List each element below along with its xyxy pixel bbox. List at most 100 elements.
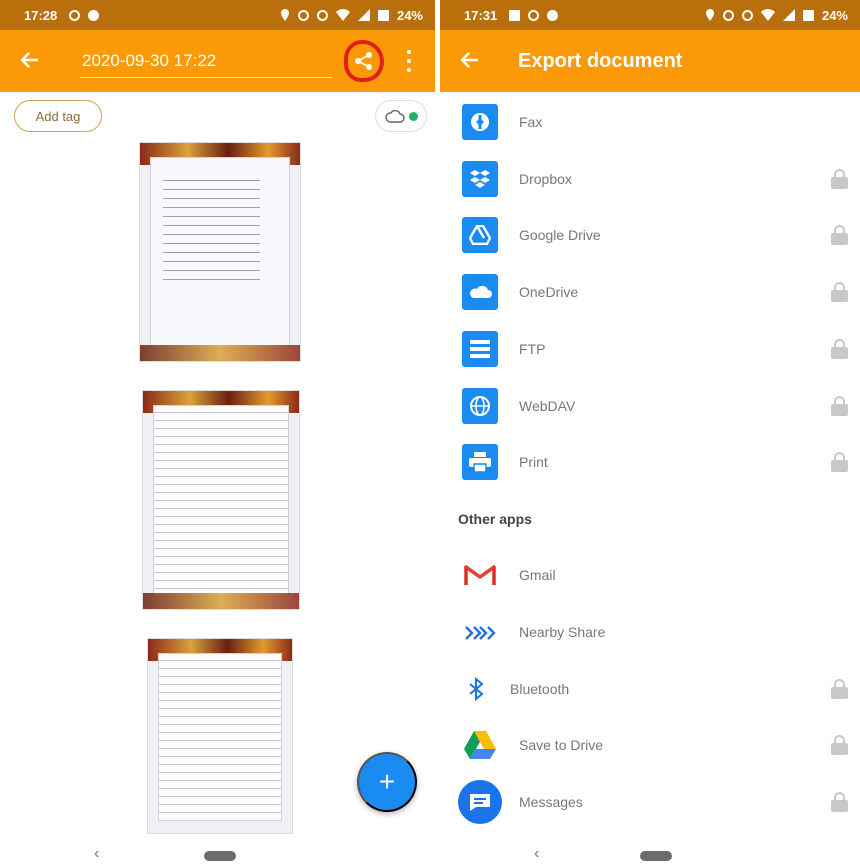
export-item-print[interactable]: Print xyxy=(440,434,860,490)
back-button[interactable] xyxy=(0,47,60,75)
export-item-dropbox[interactable]: Dropbox xyxy=(440,151,860,207)
notification-icon xyxy=(509,9,521,21)
app-item-label: Save to Drive xyxy=(519,737,604,753)
signal-icon xyxy=(782,9,795,21)
wifi-icon xyxy=(760,9,775,21)
export-item-label: Google Drive xyxy=(519,227,601,243)
battery-icon xyxy=(802,9,814,21)
other-apps-header: Other apps xyxy=(458,511,532,527)
status-time: 17:31 xyxy=(464,7,498,23)
plus-icon: + xyxy=(378,766,396,797)
drive-icon xyxy=(460,725,500,765)
location-icon xyxy=(705,9,714,21)
export-screen: 17:31 24% Export document Fax Dropbox Go… xyxy=(440,0,860,867)
eye-icon xyxy=(297,9,309,21)
app-item-label: Bluetooth xyxy=(510,681,570,697)
export-item-onedrive[interactable]: OneDrive xyxy=(440,264,860,320)
status-time: 17:28 xyxy=(24,7,58,23)
page-thumbnail[interactable] xyxy=(147,638,293,834)
lock-icon xyxy=(831,679,848,699)
navigation-bar: ‹ xyxy=(440,839,860,867)
back-button[interactable] xyxy=(440,47,500,75)
battery-percent: 24% xyxy=(396,7,423,23)
lock-icon xyxy=(831,735,848,755)
ftp-icon xyxy=(462,331,498,367)
add-tag-button[interactable]: Add tag xyxy=(14,100,102,132)
fax-icon xyxy=(462,104,498,140)
status-bar: 17:28 24% xyxy=(0,0,435,30)
more-options-button[interactable] xyxy=(402,50,416,72)
lock-icon xyxy=(831,792,848,812)
page-thumbnail[interactable] xyxy=(139,142,301,362)
arrow-left-icon xyxy=(20,52,38,68)
notification-icon xyxy=(88,9,100,21)
lock-icon xyxy=(831,339,848,359)
document-screen: 17:28 24% 2020-09-30 17:22 Add tag + ‹ xyxy=(0,0,435,867)
export-item-label: Dropbox xyxy=(519,171,572,187)
export-toolbar: Export document xyxy=(440,30,860,92)
nav-home-button[interactable] xyxy=(204,851,236,861)
nav-back-button[interactable]: ‹ xyxy=(94,845,99,863)
messages-icon xyxy=(458,780,502,824)
lock-icon xyxy=(831,396,848,416)
share-icon xyxy=(355,52,372,70)
app-item-label: Nearby Share xyxy=(519,624,606,640)
gmail-icon xyxy=(460,555,500,595)
sync-status-dot xyxy=(408,111,418,121)
app-item-save-to-drive[interactable]: Save to Drive xyxy=(440,717,860,773)
page-title: Export document xyxy=(518,49,683,72)
export-item-google-drive[interactable]: Google Drive xyxy=(440,207,860,263)
export-item-label: OneDrive xyxy=(519,284,579,300)
print-icon xyxy=(462,444,498,480)
app-item-label: Messages xyxy=(519,794,583,810)
location-icon xyxy=(280,9,289,21)
document-title[interactable]: 2020-09-30 17:22 xyxy=(80,45,332,78)
nav-back-button[interactable]: ‹ xyxy=(534,845,539,863)
battery-percent: 24% xyxy=(821,7,848,23)
cloud-icon xyxy=(384,109,405,123)
dnd-icon xyxy=(741,9,753,21)
status-notification-icons xyxy=(69,9,100,21)
export-item-webdav[interactable]: WebDAV xyxy=(440,378,860,434)
dnd-icon xyxy=(316,9,328,21)
app-item-messages[interactable]: Messages xyxy=(440,774,860,830)
export-item-label: Print xyxy=(519,454,548,470)
export-item-label: WebDAV xyxy=(519,398,576,414)
app-item-bluetooth[interactable]: Bluetooth xyxy=(440,661,860,717)
onedrive-icon xyxy=(462,274,498,310)
cloud-sync-status[interactable] xyxy=(375,100,427,132)
lock-icon xyxy=(831,282,848,302)
app-item-nearby-share[interactable]: Nearby Share xyxy=(440,604,860,660)
document-toolbar: 2020-09-30 17:22 xyxy=(0,30,435,92)
share-button[interactable] xyxy=(344,40,384,82)
eye-icon xyxy=(722,9,734,21)
status-notification-icons xyxy=(509,9,559,21)
notification-icon xyxy=(528,9,540,21)
lock-icon xyxy=(831,452,848,472)
app-item-gmail[interactable]: Gmail xyxy=(440,547,860,603)
nav-home-button[interactable] xyxy=(640,851,672,861)
navigation-bar: ‹ xyxy=(0,839,435,867)
nearby-share-icon xyxy=(460,612,500,652)
notification-icon xyxy=(69,9,81,21)
battery-icon xyxy=(377,9,389,21)
lock-icon xyxy=(831,169,848,189)
export-item-label: FTP xyxy=(519,341,546,357)
bluetooth-icon xyxy=(456,669,496,709)
export-item-ftp[interactable]: FTP xyxy=(440,321,860,377)
notification-icon xyxy=(547,9,559,21)
webdav-icon xyxy=(462,388,498,424)
page-thumbnail[interactable] xyxy=(142,390,300,610)
add-page-button[interactable]: + xyxy=(357,752,417,812)
app-item-label: Gmail xyxy=(519,567,556,583)
google-drive-icon xyxy=(462,217,498,253)
status-system-icons: 24% xyxy=(705,8,848,23)
export-item-fax[interactable]: Fax xyxy=(440,94,860,150)
arrow-left-icon xyxy=(460,52,478,68)
lock-icon xyxy=(831,225,848,245)
status-bar: 17:31 24% xyxy=(440,0,860,30)
export-item-label: Fax xyxy=(519,114,543,130)
wifi-icon xyxy=(335,9,350,21)
status-system-icons: 24% xyxy=(280,8,423,23)
dropbox-icon xyxy=(462,161,498,197)
